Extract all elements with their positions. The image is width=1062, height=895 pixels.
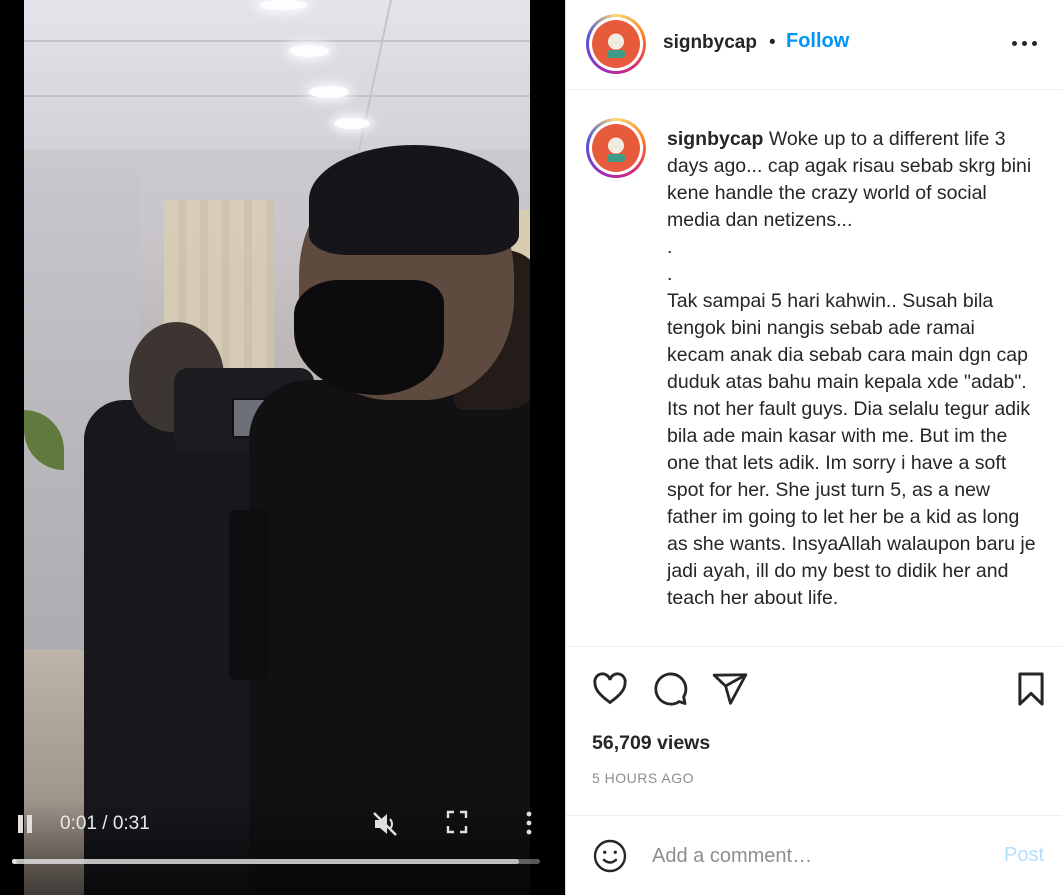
video-progress-bar[interactable]	[12, 859, 540, 864]
post-header: signbycap • Follow	[566, 0, 1062, 90]
post-timestamp[interactable]: 5 HOURS AGO	[592, 770, 694, 786]
header-username[interactable]: signbycap	[663, 32, 757, 54]
ceiling-lamp	[259, 0, 307, 10]
vertical-ellipsis-icon[interactable]	[524, 810, 534, 836]
caption-section: signbycap Woke up to a different life 3 …	[566, 90, 1062, 647]
video-frame[interactable]	[24, 0, 530, 895]
caption-text: signbycap Woke up to a different life 3 …	[667, 126, 1037, 612]
muted-speaker-icon[interactable]	[371, 810, 399, 838]
avatar-image	[592, 124, 640, 172]
follow-button[interactable]: Follow	[786, 30, 849, 53]
avatar-image	[592, 20, 640, 68]
ceiling-grid-line	[24, 40, 530, 42]
ceiling-grid-line	[24, 95, 530, 97]
ceiling-lamp	[309, 86, 349, 98]
post-side-panel: signbycap • Follow signbycap Woke up to …	[565, 0, 1062, 895]
comment-input[interactable]	[652, 840, 982, 872]
avatar[interactable]	[586, 14, 646, 74]
video-scene-beanie	[309, 145, 519, 255]
pause-icon[interactable]	[16, 815, 36, 833]
ceiling-lamp	[289, 45, 329, 57]
smiley-face-icon[interactable]	[592, 838, 628, 874]
video-scene-gimbal	[229, 510, 269, 680]
post-comment-button[interactable]: Post	[1004, 844, 1044, 867]
horizontal-ellipsis-icon[interactable]	[1012, 34, 1038, 54]
video-buffer-bar	[12, 859, 519, 864]
video-scene-ceiling	[24, 0, 530, 150]
fullscreen-icon[interactable]	[446, 810, 468, 834]
caption-username[interactable]: signbycap	[667, 128, 763, 150]
caption-avatar[interactable]	[586, 118, 646, 178]
ceiling-lamp	[334, 118, 370, 129]
bookmark-icon[interactable]	[1012, 670, 1050, 708]
video-player[interactable]: 0:01 / 0:31	[0, 0, 565, 895]
video-time-readout: 0:01 / 0:31	[60, 813, 150, 834]
action-bar	[566, 648, 1062, 728]
video-scene-face-mask	[294, 280, 444, 395]
caption-body: Woke up to a different life 3 days ago..…	[667, 128, 1036, 609]
heart-icon[interactable]	[591, 670, 629, 708]
comment-bar: Post	[566, 815, 1062, 895]
view-count[interactable]: 56,709 views	[592, 732, 710, 755]
paper-plane-icon[interactable]	[711, 670, 749, 708]
comment-bubble-icon[interactable]	[651, 670, 689, 708]
header-separator: •	[769, 32, 776, 53]
